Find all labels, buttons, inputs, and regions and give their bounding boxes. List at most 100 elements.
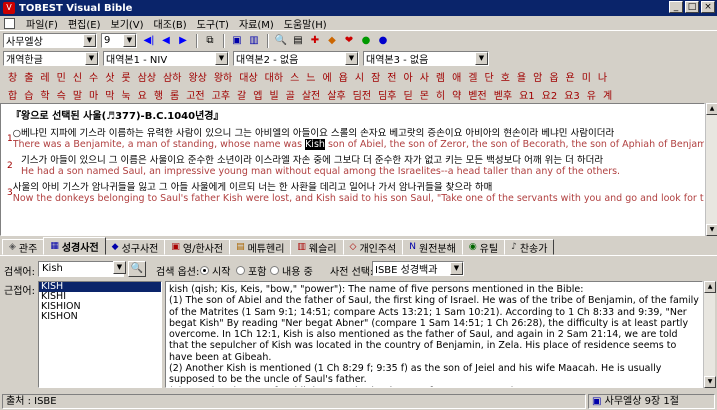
book-link[interactable]: 살전 xyxy=(302,87,320,102)
book-link[interactable]: 요3 xyxy=(564,87,580,102)
book-link[interactable]: 벧전 xyxy=(468,87,486,102)
book-link[interactable]: 습 xyxy=(24,87,33,102)
first-icon[interactable]: ◀| xyxy=(141,33,157,48)
menu-resources[interactable]: 자료(M) xyxy=(234,16,279,31)
document-icon[interactable] xyxy=(4,17,15,29)
book-link[interactable]: 나 xyxy=(598,69,607,84)
book-link[interactable]: 요2 xyxy=(542,87,558,102)
next-icon[interactable]: ▶ xyxy=(175,33,191,48)
book-link[interactable]: 마 xyxy=(89,87,98,102)
columns-icon[interactable]: ▥ xyxy=(246,33,262,48)
book-icon[interactable]: ▣ xyxy=(229,33,245,48)
book-link[interactable]: 룻 xyxy=(121,69,130,84)
book-link[interactable]: 민 xyxy=(57,69,66,84)
tab-hymns[interactable]: ♪ 찬송가 xyxy=(504,239,555,255)
tab-personal-notes[interactable]: ◇ 개인주석 xyxy=(342,239,404,255)
heart-icon[interactable]: ❤ xyxy=(341,33,357,48)
info-icon[interactable]: ● xyxy=(375,33,391,48)
book-link[interactable]: 미 xyxy=(582,69,591,84)
tab-eng-kor-dictionary[interactable]: ▣ 영/한사전 xyxy=(164,239,231,255)
book-link[interactable]: 학 xyxy=(40,87,49,102)
minimize-button[interactable]: _ xyxy=(669,1,683,13)
highlighted-word[interactable]: Kish xyxy=(305,139,325,150)
scroll-up-icon[interactable]: ▲ xyxy=(704,281,716,293)
menu-edit[interactable]: 편집(E) xyxy=(63,16,106,31)
bible-reader[interactable]: 『왕으로 선택된 사울(♬377)-B.C.1040년경』 1 ○베냐민 지파에 … xyxy=(0,103,705,236)
book-link[interactable]: 옵 xyxy=(549,69,558,84)
book-link[interactable]: 삼상 xyxy=(138,69,156,84)
menu-help[interactable]: 도움말(H) xyxy=(279,16,332,31)
book-link[interactable]: 딤후 xyxy=(378,87,396,102)
book-link[interactable]: 유 xyxy=(587,87,596,102)
book-link[interactable]: 딤전 xyxy=(353,87,371,102)
compare2-select[interactable]: 대역본2 - 없음 ▼ xyxy=(233,51,359,66)
menu-view[interactable]: 보기(V) xyxy=(106,16,149,31)
book-link[interactable]: 갈 xyxy=(237,87,246,102)
tab-matthew-henry[interactable]: ▤ 메튜헨리 xyxy=(229,239,292,255)
book-link[interactable]: 고전 xyxy=(186,87,204,102)
copy-icon[interactable]: ⧉ xyxy=(202,33,218,48)
book-link[interactable]: 말 xyxy=(73,87,82,102)
book-link[interactable]: 요1 xyxy=(519,87,535,102)
book-link[interactable]: 창 xyxy=(8,69,17,84)
radio-in-content[interactable]: 내용 중 xyxy=(270,263,313,278)
book-link[interactable]: 히 xyxy=(436,87,445,102)
book-link[interactable]: 몬 xyxy=(420,87,429,102)
book-link[interactable]: 에 xyxy=(322,69,331,84)
book-link[interactable]: 잠 xyxy=(371,69,380,84)
book-link[interactable]: 삼하 xyxy=(163,69,181,84)
book-link[interactable]: 롬 xyxy=(170,87,179,102)
book-link[interactable]: 욜 xyxy=(517,69,526,84)
word-list-item[interactable]: KISHON xyxy=(39,312,161,322)
book-link[interactable]: 출 xyxy=(24,69,33,84)
tab-wesley[interactable]: ▥ 웨슬리 xyxy=(290,239,344,255)
book-link[interactable]: 대하 xyxy=(265,69,283,84)
tab-original-parsing[interactable]: N 원전분해 xyxy=(402,239,463,255)
tab-verse-dictionary[interactable]: ◆ 성구사전 xyxy=(104,239,166,255)
search-icon[interactable]: 🔍 xyxy=(273,33,289,48)
book-link[interactable]: 욥 xyxy=(339,69,348,84)
book-link[interactable]: 빌 xyxy=(269,87,278,102)
book-link[interactable]: 딛 xyxy=(403,87,412,102)
close-button[interactable]: × xyxy=(701,1,715,13)
nearby-words-list[interactable]: KISH KISHI KISHION KISHON xyxy=(38,281,162,388)
book-link[interactable]: 호 xyxy=(501,69,510,84)
book-link[interactable]: 스 xyxy=(290,69,299,84)
book-link[interactable]: 고후 xyxy=(212,87,230,102)
verse[interactable]: 2 기스가 아들이 있으니 그 이름은 사울이요 준수한 소년이라 이스라엘 자손… xyxy=(7,155,698,177)
verse[interactable]: 3 사울의 아비 기스가 암나귀들을 잃고 그 아들 사울에게 이르되 너는 한 … xyxy=(7,182,704,204)
compare3-select[interactable]: 대역본3 - 없음 ▼ xyxy=(363,51,489,66)
radio-contains[interactable]: 포함 xyxy=(236,263,266,278)
book-link[interactable]: 단 xyxy=(485,69,494,84)
book-link[interactable]: 행 xyxy=(154,87,163,102)
menu-tools[interactable]: 도구(T) xyxy=(192,16,234,31)
book-link[interactable]: 겔 xyxy=(468,69,477,84)
search-button[interactable]: 🔍 xyxy=(128,261,146,277)
book-link[interactable]: 아 xyxy=(403,69,412,84)
scroll-down-icon[interactable]: ▼ xyxy=(704,376,716,388)
tab-cross-reference[interactable]: ◈ 관주 xyxy=(2,239,45,255)
definition-scrollbar[interactable]: ▲ ▼ xyxy=(703,281,716,388)
search-history[interactable]: ▼ xyxy=(112,261,126,276)
scroll-up-icon[interactable]: ▲ xyxy=(706,103,717,115)
book-link[interactable]: 수 xyxy=(89,69,98,84)
book-link[interactable]: 렘 xyxy=(436,69,445,84)
reader-scrollbar[interactable]: ▲ ▼ xyxy=(705,103,717,236)
book-link[interactable]: 골 xyxy=(286,87,295,102)
folder-icon[interactable]: ◆ xyxy=(324,33,340,48)
book-link[interactable]: 계 xyxy=(603,87,612,102)
scroll-down-icon[interactable]: ▼ xyxy=(706,224,717,236)
book-link[interactable]: 벧후 xyxy=(494,87,512,102)
book-link[interactable]: 합 xyxy=(8,87,17,102)
verse[interactable]: 1 ○베냐민 지파에 기스라 이름하는 유력한 사람이 있으니 그는 아비엘의 아… xyxy=(7,128,704,150)
tab-bible-dictionary[interactable]: ▦ 성경사전 xyxy=(43,237,106,255)
book-link[interactable]: 살후 xyxy=(327,87,345,102)
book-link[interactable]: 욘 xyxy=(566,69,575,84)
book-link[interactable]: 신 xyxy=(73,69,82,84)
book-link[interactable]: 엡 xyxy=(253,87,262,102)
book-link[interactable]: 애 xyxy=(452,69,461,84)
dictionary-select[interactable]: ISBE 성경백과 ▼ xyxy=(372,261,464,276)
maximize-button[interactable]: □ xyxy=(685,1,699,13)
compare1-select[interactable]: 대역본1 - NIV ▼ xyxy=(103,51,229,66)
bookmark-icon[interactable]: ▤ xyxy=(290,33,306,48)
